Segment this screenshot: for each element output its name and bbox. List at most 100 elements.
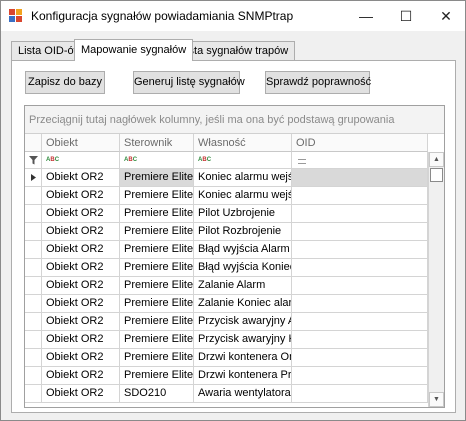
column-header-sterownik[interactable]: Sterownik: [120, 134, 194, 152]
table-row[interactable]: Obiekt OR2Premiere Elite 24Pilot Uzbroje…: [25, 205, 428, 223]
cell-sterownik[interactable]: Premiere Elite 24: [120, 349, 194, 367]
cell-sterownik[interactable]: Premiere Elite 24: [120, 241, 194, 259]
cell-sterownik[interactable]: Premiere Elite 24: [120, 367, 194, 385]
generate-signals-button[interactable]: Generuj listę sygnałów: [133, 71, 245, 94]
row-indicator[interactable]: [25, 223, 42, 241]
cell-oid[interactable]: [292, 241, 428, 259]
close-button[interactable]: ✕: [429, 1, 463, 31]
cell-wlasnosc[interactable]: Awaria wentylatora: [194, 385, 292, 403]
row-indicator[interactable]: [25, 295, 42, 313]
cell-obiekt[interactable]: Obiekt OR2: [42, 187, 120, 205]
row-indicator[interactable]: [25, 187, 42, 205]
cell-obiekt[interactable]: Obiekt OR2: [42, 313, 120, 331]
cell-obiekt[interactable]: Obiekt OR2: [42, 205, 120, 223]
verify-button[interactable]: Sprawdź poprawność: [265, 71, 371, 94]
cell-obiekt[interactable]: Obiekt OR2: [42, 277, 120, 295]
tab-signal-mapping[interactable]: Mapowanie sygnałów: [74, 39, 194, 61]
cell-wlasnosc[interactable]: Koniec alarmu wejści...: [194, 169, 292, 187]
save-to-db-button[interactable]: Zapisz do bazy: [25, 71, 105, 94]
cell-sterownik[interactable]: SDO210: [120, 385, 194, 403]
cell-obiekt[interactable]: Obiekt OR2: [42, 349, 120, 367]
cell-obiekt[interactable]: Obiekt OR2: [42, 241, 120, 259]
table-row[interactable]: Obiekt OR2Premiere Elite 24Przycisk awar…: [25, 331, 428, 349]
cell-oid[interactable]: [292, 259, 428, 277]
cell-wlasnosc[interactable]: Błąd wyjścia Koniec ...: [194, 259, 292, 277]
cell-sterownik[interactable]: Premiere Elite 24: [120, 277, 194, 295]
cell-oid[interactable]: [292, 349, 428, 367]
data-grid: Przeciągnij tutaj nagłówek kolumny, jeśl…: [24, 105, 445, 408]
vertical-scrollbar[interactable]: ▲ ▼: [428, 152, 444, 407]
filter-cell-oid[interactable]: [292, 152, 428, 169]
cell-obiekt[interactable]: Obiekt OR2: [42, 259, 120, 277]
scroll-down-button[interactable]: ▼: [429, 392, 444, 407]
cell-obiekt[interactable]: Obiekt OR2: [42, 385, 120, 403]
column-header-oid[interactable]: OID: [292, 134, 428, 152]
cell-sterownik[interactable]: Premiere Elite 24: [120, 205, 194, 223]
filter-cell-sterownik[interactable]: ABC: [120, 152, 194, 169]
cell-wlasnosc[interactable]: Pilot Uzbrojenie: [194, 205, 292, 223]
cell-oid[interactable]: [292, 277, 428, 295]
cell-wlasnosc[interactable]: Zalanie Alarm: [194, 277, 292, 295]
row-indicator[interactable]: [25, 277, 42, 295]
cell-sterownik[interactable]: Premiere Elite 24: [120, 259, 194, 277]
filter-cell-obiekt[interactable]: ABC: [42, 152, 120, 169]
row-indicator[interactable]: [25, 331, 42, 349]
cell-obiekt[interactable]: Obiekt OR2: [42, 331, 120, 349]
scroll-up-button[interactable]: ▲: [429, 152, 444, 167]
row-indicator[interactable]: [25, 169, 42, 187]
cell-obiekt[interactable]: Obiekt OR2: [42, 295, 120, 313]
table-row[interactable]: Obiekt OR2Premiere Elite 24Koniec alarmu…: [25, 169, 428, 187]
cell-wlasnosc[interactable]: Koniec alarmu wejści...: [194, 187, 292, 205]
row-indicator[interactable]: [25, 205, 42, 223]
row-indicator[interactable]: [25, 313, 42, 331]
row-indicator[interactable]: [25, 259, 42, 277]
cell-oid[interactable]: [292, 313, 428, 331]
cell-wlasnosc[interactable]: Pilot Rozbrojenie: [194, 223, 292, 241]
cell-sterownik[interactable]: Premiere Elite 24: [120, 187, 194, 205]
cell-oid[interactable]: [292, 187, 428, 205]
cell-wlasnosc[interactable]: Przycisk awaryjny Ko...: [194, 331, 292, 349]
cell-oid[interactable]: [292, 169, 428, 187]
table-row[interactable]: Obiekt OR2Premiere Elite 24Przycisk awar…: [25, 313, 428, 331]
table-row[interactable]: Obiekt OR2 SDO210 Awaria wentylatora: [25, 385, 428, 403]
table-row[interactable]: Obiekt OR2Premiere Elite 24Drzwi kontene…: [25, 367, 428, 385]
table-row[interactable]: Obiekt OR2Premiere Elite 24Zalanie Alarm: [25, 277, 428, 295]
cell-sterownik[interactable]: Premiere Elite 24: [120, 331, 194, 349]
table-row[interactable]: Obiekt OR2Premiere Elite 24Koniec alarmu…: [25, 187, 428, 205]
cell-sterownik[interactable]: Premiere Elite 24: [120, 223, 194, 241]
group-panel[interactable]: Przeciągnij tutaj nagłówek kolumny, jeśl…: [25, 106, 444, 134]
cell-obiekt[interactable]: Obiekt OR2: [42, 223, 120, 241]
cell-oid[interactable]: [292, 295, 428, 313]
cell-sterownik[interactable]: Premiere Elite 24: [120, 295, 194, 313]
cell-sterownik[interactable]: Premiere Elite 24: [120, 169, 194, 187]
maximize-button[interactable]: ☐: [389, 1, 423, 31]
row-indicator[interactable]: [25, 241, 42, 259]
table-row[interactable]: Obiekt OR2Premiere Elite 24Pilot Rozbroj…: [25, 223, 428, 241]
cell-sterownik[interactable]: Premiere Elite 24: [120, 313, 194, 331]
table-row[interactable]: Obiekt OR2Premiere Elite 24Błąd wyjścia …: [25, 259, 428, 277]
table-row[interactable]: Obiekt OR2Premiere Elite 24Drzwi kontene…: [25, 349, 428, 367]
cell-obiekt[interactable]: Obiekt OR2: [42, 367, 120, 385]
scroll-thumb[interactable]: [430, 168, 443, 182]
table-row[interactable]: Obiekt OR2Premiere Elite 24Błąd wyjścia …: [25, 241, 428, 259]
cell-wlasnosc[interactable]: Drzwi kontenera Omi...: [194, 349, 292, 367]
row-indicator[interactable]: [25, 367, 42, 385]
cell-obiekt[interactable]: Obiekt OR2: [42, 169, 120, 187]
cell-wlasnosc[interactable]: Błąd wyjścia Alarm: [194, 241, 292, 259]
filter-cell-wlasnosc[interactable]: ABC: [194, 152, 292, 169]
column-header-obiekt[interactable]: Obiekt: [42, 134, 120, 152]
cell-oid[interactable]: [292, 205, 428, 223]
cell-wlasnosc[interactable]: Przycisk awaryjny Al...: [194, 313, 292, 331]
filter-row: ABC ABC ABC: [25, 152, 428, 169]
table-row[interactable]: Obiekt OR2Premiere Elite 24Zalanie Konie…: [25, 295, 428, 313]
cell-oid[interactable]: [292, 223, 428, 241]
column-header-wlasnosc[interactable]: Własność: [194, 134, 292, 152]
row-indicator[interactable]: [25, 385, 42, 403]
cell-oid[interactable]: [292, 385, 428, 403]
minimize-button[interactable]: —: [349, 1, 383, 31]
row-indicator[interactable]: [25, 349, 42, 367]
cell-wlasnosc[interactable]: Drzwi kontenera Prz...: [194, 367, 292, 385]
cell-oid[interactable]: [292, 367, 428, 385]
cell-wlasnosc[interactable]: Zalanie Koniec alarmu: [194, 295, 292, 313]
cell-oid[interactable]: [292, 331, 428, 349]
